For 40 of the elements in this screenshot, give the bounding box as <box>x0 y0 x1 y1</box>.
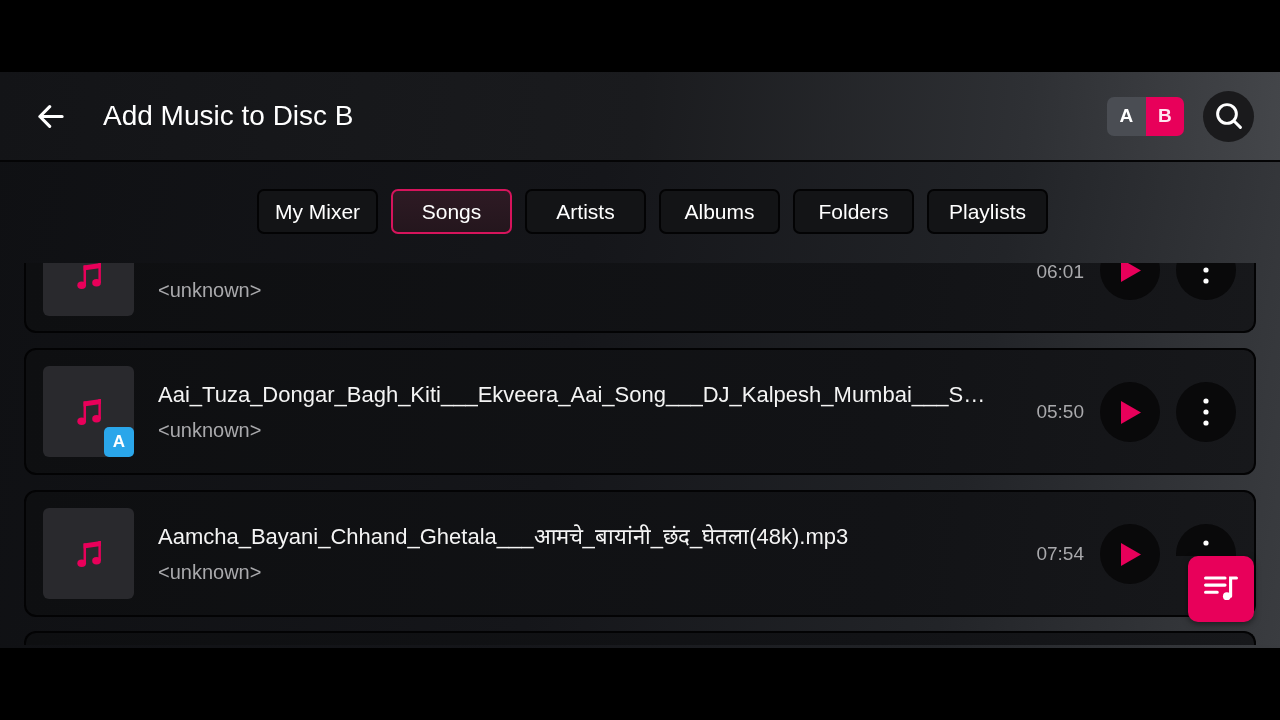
more-button[interactable] <box>1176 263 1236 300</box>
music-note-icon <box>76 398 101 425</box>
song-title: Aai_Tuza_Dongar_Bagh_Kiti___Ekveera_Aai_Song___DJ_Kalpesh_Mumbai___S… <box>158 381 986 409</box>
search-icon <box>1215 103 1242 129</box>
song-duration: 05:50 <box>1036 400 1084 423</box>
play-icon <box>1121 400 1141 424</box>
disc-toggle-option[interactable]: A <box>1107 96 1146 136</box>
more-vertical-icon <box>1203 397 1209 426</box>
song-duration: 06:01 <box>1036 263 1084 281</box>
search-button[interactable] <box>1203 90 1254 142</box>
more-button[interactable] <box>1176 381 1236 442</box>
music-note-icon <box>76 540 101 567</box>
song-artist: <unknown> <box>158 560 262 584</box>
song-artist: <unknown> <box>158 418 262 442</box>
more-vertical-icon <box>1203 267 1209 284</box>
disc-badge: A <box>104 427 134 457</box>
song-card[interactable]: Aamcha_Bayani_Chhand_Ghetala___आमचे_बायांनी_छंद_घेतला(48k).mp3 <unknown> 07:54 <box>24 490 1256 617</box>
tab[interactable]: My Mixer <box>257 189 378 234</box>
song-card[interactable]: <unknown> 06:01 <box>24 263 1256 333</box>
disc-toggle-option[interactable]: B <box>1145 96 1184 136</box>
music-note-icon <box>76 263 101 289</box>
tab[interactable]: Songs <box>391 189 512 234</box>
tab[interactable]: Artists <box>525 189 646 234</box>
song-artist: <unknown> <box>158 278 262 302</box>
page-title: Add Music to Disc B <box>103 100 354 132</box>
back-button[interactable] <box>38 104 64 128</box>
play-button[interactable] <box>1100 523 1160 584</box>
play-button[interactable] <box>1100 263 1160 300</box>
tab[interactable]: Albums <box>659 189 780 234</box>
more-vertical-icon <box>1203 539 1209 546</box>
play-icon <box>1121 542 1141 566</box>
play-button[interactable] <box>1100 381 1160 442</box>
arrow-left-icon <box>38 104 64 128</box>
song-duration: 07:54 <box>1036 542 1084 565</box>
tab[interactable]: Playlists <box>927 189 1048 234</box>
song-title: Aamcha_Bayani_Chhand_Ghetala___आमचे_बायांनी_छंद_घेतला(48k).mp3 <box>158 523 849 551</box>
tab[interactable]: Folders <box>793 189 914 234</box>
playlist-button[interactable] <box>1188 556 1254 622</box>
song-card[interactable]: A Aai_Tuza_Dongar_Bagh_Kiti___Ekveera_Aai_Song___DJ_Kalpesh_Mumbai___S… <unknown> 05:50 <box>24 348 1256 475</box>
play-icon <box>1121 263 1141 282</box>
